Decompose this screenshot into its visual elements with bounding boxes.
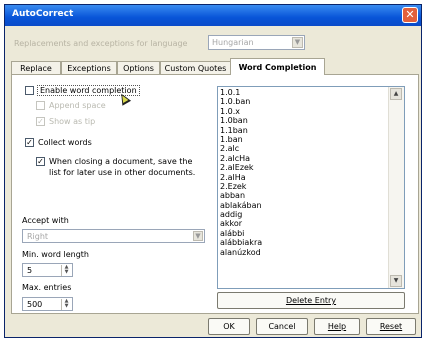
list-item[interactable]: ablakában [220,201,388,210]
chevron-down-icon[interactable]: ▼ [193,231,203,241]
list-item[interactable]: 2.alEzek [220,163,388,172]
min-word-length-value: 5 [27,266,33,275]
accept-with-label: Accept with [22,216,69,225]
list-item[interactable]: 2.Ezek [220,182,388,191]
list-item[interactable]: 1.ban [220,135,388,144]
show-as-tip-checkbox: ✓ [36,117,45,126]
language-value: Hungarian [212,38,254,47]
list-item[interactable]: 1.1ban [220,126,388,135]
min-word-length-label: Min. word length [22,250,89,259]
max-entries-spinner[interactable]: 500 ▲ ▼ [22,297,73,311]
accept-with-value: Right [27,232,49,241]
cancel-label: Cancel [268,322,296,331]
help-label: Help [327,322,347,331]
tab-word-completion-label: Word Completion [238,63,317,72]
tab-replace-label: Replace [20,64,52,73]
help-button[interactable]: Help [314,318,360,335]
max-entries-value: 500 [27,300,43,309]
min-word-length-spinner[interactable]: 5 ▲ ▼ [22,263,73,277]
list-item[interactable]: 1.0.x [220,107,388,116]
scroll-up-icon[interactable]: ▲ [390,88,402,100]
save-list-label-line1: When closing a document, save the [49,157,193,166]
tab-word-completion[interactable]: Word Completion [230,58,325,75]
accept-with-select[interactable]: Right ▼ [22,229,205,243]
list-item[interactable]: 2.alHa [220,173,388,182]
title-bar[interactable]: AutoCorrect ✕ [5,5,421,26]
ok-button[interactable]: OK [208,318,250,335]
language-label: Replacements and exceptions for language [14,39,188,48]
cancel-button[interactable]: Cancel [256,318,308,335]
window-title: AutoCorrect [12,9,74,19]
list-item[interactable]: 2.alc [220,144,388,153]
tab-replace[interactable]: Replace [11,61,61,74]
enable-word-completion-checkbox[interactable] [25,86,34,95]
list-item[interactable]: alábbi [220,229,388,238]
autocorrect-dialog: AutoCorrect ✕ Replacements and exception… [4,4,422,338]
word-list-items: 1.0.1 1.0.ban 1.0.x 1.0ban 1.1ban 1.ban … [220,88,388,257]
save-list-checkbox[interactable]: ✓ [36,157,45,166]
delete-entry-label: Delete Entry [285,296,337,305]
list-item[interactable]: alanúzkod [220,248,388,257]
list-item[interactable]: 1.0ban [220,116,388,125]
reset-label: Reset [379,322,403,331]
tab-options-label: Options [123,64,154,73]
max-entries-label: Max. entries [22,283,72,292]
delete-entry-button[interactable]: Delete Entry [217,292,405,309]
save-list-label-line2: list for later use in other documents. [49,168,196,177]
language-select[interactable]: Hungarian ▼ [208,35,305,50]
word-list-scrollbar[interactable]: ▲ ▼ [388,87,404,288]
list-item[interactable]: akkor [220,219,388,228]
list-item[interactable]: addig [220,210,388,219]
tab-custom-quotes-label: Custom Quotes [164,64,227,73]
spin-arrows-icon[interactable]: ▲ ▼ [61,299,71,310]
ok-label: OK [223,322,235,331]
list-item[interactable]: 2.alcHa [220,154,388,163]
word-list[interactable]: 1.0.1 1.0.ban 1.0.x 1.0ban 1.1ban 1.ban … [217,86,405,289]
tab-custom-quotes[interactable]: Custom Quotes [160,61,231,74]
chevron-down-icon[interactable]: ▼ [292,37,303,48]
show-as-tip-label: Show as tip [49,117,96,126]
scroll-down-icon[interactable]: ▼ [390,275,402,287]
close-icon[interactable]: ✕ [402,7,418,23]
tab-exceptions-label: Exceptions [67,64,111,73]
spin-arrows-icon[interactable]: ▲ ▼ [61,265,71,276]
append-space-label: Append space [49,101,106,110]
collect-words-label: Collect words [38,138,92,147]
list-item[interactable]: 1.0.ban [220,97,388,106]
list-item[interactable]: 1.0.1 [220,88,388,97]
tab-exceptions[interactable]: Exceptions [61,61,117,74]
list-item[interactable]: alábbiakra [220,238,388,247]
reset-button[interactable]: Reset [366,318,416,335]
collect-words-checkbox[interactable]: ✓ [25,138,34,147]
tab-options[interactable]: Options [117,61,160,74]
list-item[interactable]: abban [220,191,388,200]
append-space-checkbox [36,101,45,110]
